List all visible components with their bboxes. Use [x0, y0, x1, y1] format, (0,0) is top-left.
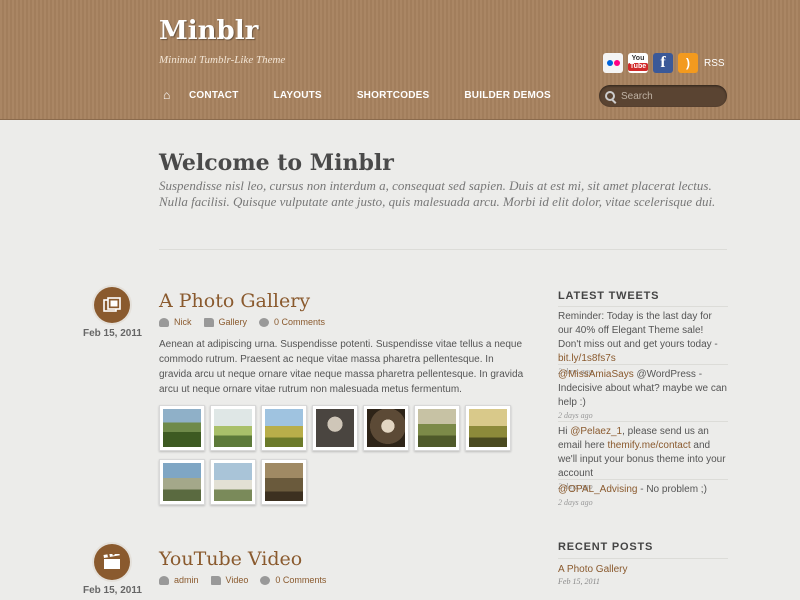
site-header: Minblr Minimal Tumblr-Like Theme You Tub…: [0, 0, 800, 120]
field-photo-icon[interactable]: [261, 405, 307, 451]
author-icon: [159, 317, 169, 327]
tweet-link[interactable]: bit.ly/1s8fs7s: [558, 353, 616, 364]
divider: [558, 479, 728, 480]
gallery-thumbnails: [159, 405, 529, 513]
post-date: Feb 15, 2011: [83, 328, 142, 339]
latest-tweets-title: LATEST TWEETS: [558, 290, 660, 302]
divider: [558, 306, 728, 307]
post-comments[interactable]: 0 Comments: [275, 575, 326, 585]
search-input[interactable]: [621, 90, 721, 102]
portrait-photo-icon[interactable]: [312, 405, 358, 451]
divider: [558, 364, 728, 365]
post-author[interactable]: admin: [174, 575, 199, 585]
lake-photo-icon[interactable]: [210, 405, 256, 451]
tweet-text: Hi: [558, 426, 571, 437]
post-category[interactable]: Video: [226, 575, 249, 585]
bench-photo-icon[interactable]: [414, 405, 460, 451]
welcome-text: Suspendisse nisl leo, cursus non interdu…: [159, 178, 716, 209]
comments-icon: [260, 575, 271, 585]
post-meta: Nick Gallery 0 Comments: [159, 317, 337, 327]
home-icon[interactable]: ⌂: [163, 89, 175, 101]
scooter-photo-icon[interactable]: [159, 459, 205, 505]
facebook-icon[interactable]: f: [653, 53, 673, 73]
category-icon: [203, 317, 214, 327]
couple-photo-icon[interactable]: [465, 405, 511, 451]
post-date: Feb 15, 2011: [83, 585, 142, 596]
search-icon[interactable]: [605, 91, 615, 101]
tweet-item: @MissAmiaSays @WordPress - Indecisive ab…: [558, 368, 728, 422]
post-meta: admin Video 0 Comments: [159, 575, 338, 585]
tweet-link[interactable]: themify.me/contact: [607, 440, 690, 451]
recent-post-date: Feb 15, 2011: [558, 577, 600, 586]
nav-shortcodes[interactable]: SHORTCODES: [357, 90, 430, 101]
search-box: [599, 85, 727, 107]
welcome-title: Welcome to Minblr: [159, 150, 394, 176]
post-category[interactable]: Gallery: [219, 317, 248, 327]
site-logo[interactable]: Minblr: [159, 16, 258, 46]
camera-photo-icon[interactable]: [363, 405, 409, 451]
site-tagline: Minimal Tumblr-Like Theme: [159, 54, 286, 66]
divider: [159, 249, 727, 250]
divider: [558, 421, 728, 422]
tweet-mention[interactable]: @MissAmiaSays: [558, 369, 634, 380]
tweet-item: @OPAL_Advising - No problem ;) 2 days ag…: [558, 483, 728, 509]
post-title[interactable]: A Photo Gallery: [159, 290, 310, 312]
post-comments[interactable]: 0 Comments: [274, 317, 325, 327]
nav-contact[interactable]: CONTACT: [189, 90, 239, 101]
group-photo-icon[interactable]: [261, 459, 307, 505]
video-icon: [94, 544, 130, 580]
rss-label[interactable]: RSS: [704, 58, 725, 69]
comments-icon: [259, 317, 270, 327]
rss-icon[interactable]: ): [678, 53, 698, 73]
recent-posts-title: RECENT POSTS: [558, 541, 654, 553]
author-icon: [159, 575, 169, 585]
sofa-photo-icon[interactable]: [210, 459, 256, 505]
tweet-mention[interactable]: @OPAL_Advising: [558, 484, 637, 495]
nav-layouts[interactable]: LAYOUTS: [274, 90, 322, 101]
post-body: Aenean at adipiscing urna. Suspendisse p…: [159, 339, 524, 395]
recent-post-link[interactable]: A Photo Gallery: [558, 564, 627, 575]
gallery-icon: [94, 287, 130, 323]
tweet-text: Reminder: Today is the last day for our …: [558, 311, 718, 350]
category-icon: [210, 575, 221, 585]
post-author[interactable]: Nick: [174, 317, 192, 327]
tweet-mention[interactable]: @Pelaez_1: [570, 426, 622, 437]
tweet-time: 2 days ago: [558, 498, 593, 507]
post-title[interactable]: YouTube Video: [159, 548, 302, 570]
landscape-photo-icon[interactable]: [159, 405, 205, 451]
tweet-text: - No problem ;): [637, 484, 707, 495]
divider: [558, 558, 728, 559]
youtube-icon[interactable]: You Tube: [627, 53, 649, 73]
main-nav: ⌂ CONTACT LAYOUTS SHORTCODES BUILDER DEM…: [163, 89, 586, 101]
social-icons: You Tube f ) RSS: [603, 53, 725, 73]
nav-builder-demos[interactable]: BUILDER DEMOS: [464, 90, 551, 101]
flickr-icon[interactable]: [603, 53, 623, 73]
